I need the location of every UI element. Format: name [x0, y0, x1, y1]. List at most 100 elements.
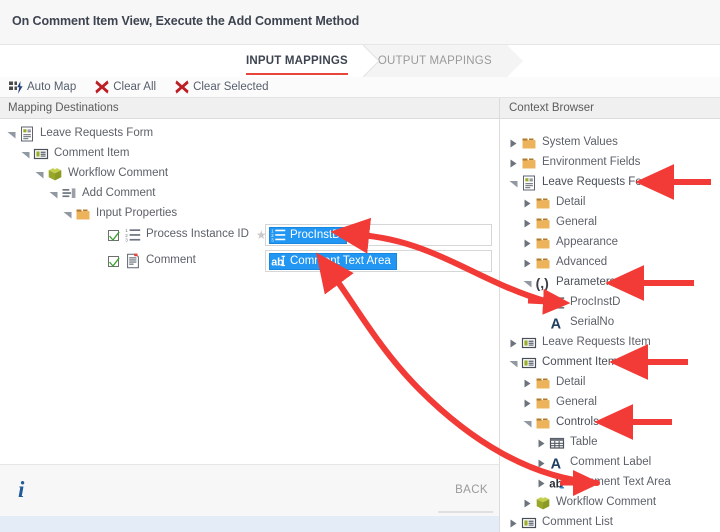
svg-text:3: 3: [271, 237, 274, 242]
mapping-row-checkbox[interactable]: [108, 255, 120, 267]
twisty-expanded-icon[interactable]: [20, 149, 31, 160]
context-tree-node[interactable]: Advanced: [522, 253, 607, 273]
folder-icon: [535, 395, 551, 411]
context-tree-node[interactable]: Comment List: [508, 513, 613, 532]
form-icon: [521, 175, 537, 191]
context-tree-node-label: Comment Text Area: [570, 476, 671, 489]
twisty-expanded-icon[interactable]: [6, 129, 17, 140]
window-titlebar: On Comment Item View, Execute the Add Co…: [0, 0, 720, 45]
mapping-row: Comment ab Comment Text Area: [108, 250, 493, 272]
auto-map-label: Auto Map: [27, 81, 77, 93]
context-tree-node[interactable]: General: [522, 393, 597, 413]
back-underline: [438, 511, 493, 513]
mapping-tree-node[interactable]: Leave Requests Form: [6, 124, 153, 144]
back-button[interactable]: BACK: [455, 484, 488, 496]
tab-output-mappings-label: OUTPUT MAPPINGS: [377, 55, 492, 67]
twisty-collapsed-icon[interactable]: [508, 158, 519, 169]
context-tree-node-label: Controls: [556, 416, 599, 429]
mapping-row-label: Process Instance ID: [146, 228, 249, 241]
context-browser-label: Context Browser: [509, 102, 595, 114]
context-tree-node[interactable]: Detail: [522, 373, 585, 393]
svg-text:ab: ab: [549, 479, 562, 491]
context-browser-panel: System Values Environment Fields Leave Req…: [500, 119, 720, 532]
svg-text:A: A: [551, 317, 562, 331]
tab-output-mappings[interactable]: OUTPUT MAPPINGS: [363, 45, 523, 77]
twisty-expanded-icon[interactable]: [34, 169, 45, 180]
twisty-expanded-icon[interactable]: [508, 358, 519, 369]
context-tree-node[interactable]: Leave Requests Item: [508, 333, 651, 353]
clear-all-button[interactable]: Clear All: [94, 80, 156, 95]
twisty-collapsed-icon[interactable]: [522, 238, 533, 249]
context-tree-node[interactable]: ab Comment Text Area: [536, 473, 671, 493]
context-tree-node[interactable]: Workflow Comment: [522, 493, 656, 513]
mapping-value-label: Comment Text Area: [290, 255, 391, 267]
number-list-icon: 123: [271, 228, 286, 243]
folder-icon: [521, 155, 537, 171]
twisty-collapsed-icon[interactable]: [536, 478, 547, 489]
twisty-collapsed-icon[interactable]: [522, 218, 533, 229]
method-icon: [61, 186, 77, 202]
twisty-expanded-icon[interactable]: [508, 178, 519, 189]
twisty-collapsed-icon[interactable]: [508, 138, 519, 149]
context-tree-node[interactable]: Controls: [522, 413, 599, 433]
folder-icon: [535, 255, 551, 271]
mapping-tree-node[interactable]: Workflow Comment: [34, 164, 168, 184]
mapping-tree-node[interactable]: Comment Item: [20, 144, 129, 164]
context-tree-node-label: ProcInstD: [570, 296, 621, 309]
context-tree-node[interactable]: Comment Item: [508, 353, 617, 373]
text-a-icon: A: [549, 455, 565, 471]
folder-icon: [521, 135, 537, 151]
twisty-expanded-icon[interactable]: [522, 278, 533, 289]
twisty-collapsed-icon[interactable]: [536, 458, 547, 469]
mapping-destinations-header: Mapping Destinations: [0, 98, 500, 119]
context-tree-node[interactable]: 1 2 3 ProcInstD: [536, 293, 621, 313]
twisty-expanded-icon[interactable]: [522, 418, 533, 429]
context-tree-node[interactable]: A SerialNo: [536, 313, 615, 333]
mapping-value-chip[interactable]: ab Comment Text Area: [269, 252, 397, 270]
twisty-collapsed-icon[interactable]: [522, 378, 533, 389]
context-tree-node[interactable]: System Values: [508, 133, 618, 153]
info-icon[interactable]: i: [18, 478, 24, 501]
context-tree-node-label: Advanced: [556, 256, 608, 269]
mapping-tree-node[interactable]: Add Comment: [48, 184, 156, 204]
tab-chevron-icon-2: [506, 45, 523, 77]
twisty-collapsed-icon[interactable]: [536, 438, 547, 449]
context-tree-node-label: Workflow Comment: [556, 496, 657, 509]
mapping-value-field[interactable]: ab Comment Text Area: [265, 250, 492, 272]
context-tree-node-label: System Values: [542, 136, 618, 149]
twisty-collapsed-icon[interactable]: [522, 198, 533, 209]
context-tree-node[interactable]: Leave Requests Form: [508, 173, 655, 193]
clear-selected-button[interactable]: Clear Selected: [174, 80, 269, 95]
twisty-collapsed-icon[interactable]: [522, 258, 533, 269]
mapping-tree-node[interactable]: Input Properties: [62, 204, 177, 224]
twisty-none: [536, 318, 547, 329]
tab-input-mappings[interactable]: INPUT MAPPINGS: [232, 45, 379, 77]
svg-text:3: 3: [549, 306, 552, 311]
context-tree-node[interactable]: Detail: [522, 193, 585, 213]
mapping-toolbar: Auto Map Clear All Clear Selected: [0, 77, 720, 98]
clear-selected-label: Clear Selected: [193, 81, 269, 93]
context-tree-node[interactable]: A Comment Label: [536, 453, 651, 473]
mapping-destinations-panel: Leave Requests Form Comment Item Workflow …: [0, 119, 500, 464]
twisty-expanded-icon[interactable]: [48, 189, 59, 200]
context-tree-node-label: Comment Item: [542, 356, 618, 369]
mapping-tree-node-label: Leave Requests Form: [40, 127, 154, 140]
twisty-expanded-icon[interactable]: [62, 209, 73, 220]
mapping-value-chip[interactable]: 1 2 3 ProcInstD: [269, 226, 347, 244]
auto-map-button[interactable]: Auto Map: [8, 80, 76, 95]
twisty-collapsed-icon[interactable]: [522, 398, 533, 409]
context-tree-node[interactable]: General: [522, 213, 597, 233]
mapping-editor-window: On Comment Item View, Execute the Add Co…: [0, 0, 720, 532]
context-tree-node[interactable]: (,) Parameters: [522, 273, 615, 293]
context-tree-node[interactable]: Appearance: [522, 233, 618, 253]
context-tree-node-label: General: [556, 396, 597, 409]
twisty-collapsed-icon[interactable]: [508, 338, 519, 349]
context-tree-node[interactable]: Environment Fields: [508, 153, 640, 173]
mapping-row-checkbox[interactable]: [108, 229, 120, 241]
mapping-value-field[interactable]: 1 2 3 ProcInstD: [265, 224, 492, 246]
context-tree-node[interactable]: Table: [536, 433, 598, 453]
twisty-collapsed-icon[interactable]: [508, 518, 519, 529]
tab-input-mappings-label: INPUT MAPPINGS: [246, 55, 348, 67]
auto-map-icon: [8, 80, 23, 95]
twisty-collapsed-icon[interactable]: [522, 498, 533, 509]
